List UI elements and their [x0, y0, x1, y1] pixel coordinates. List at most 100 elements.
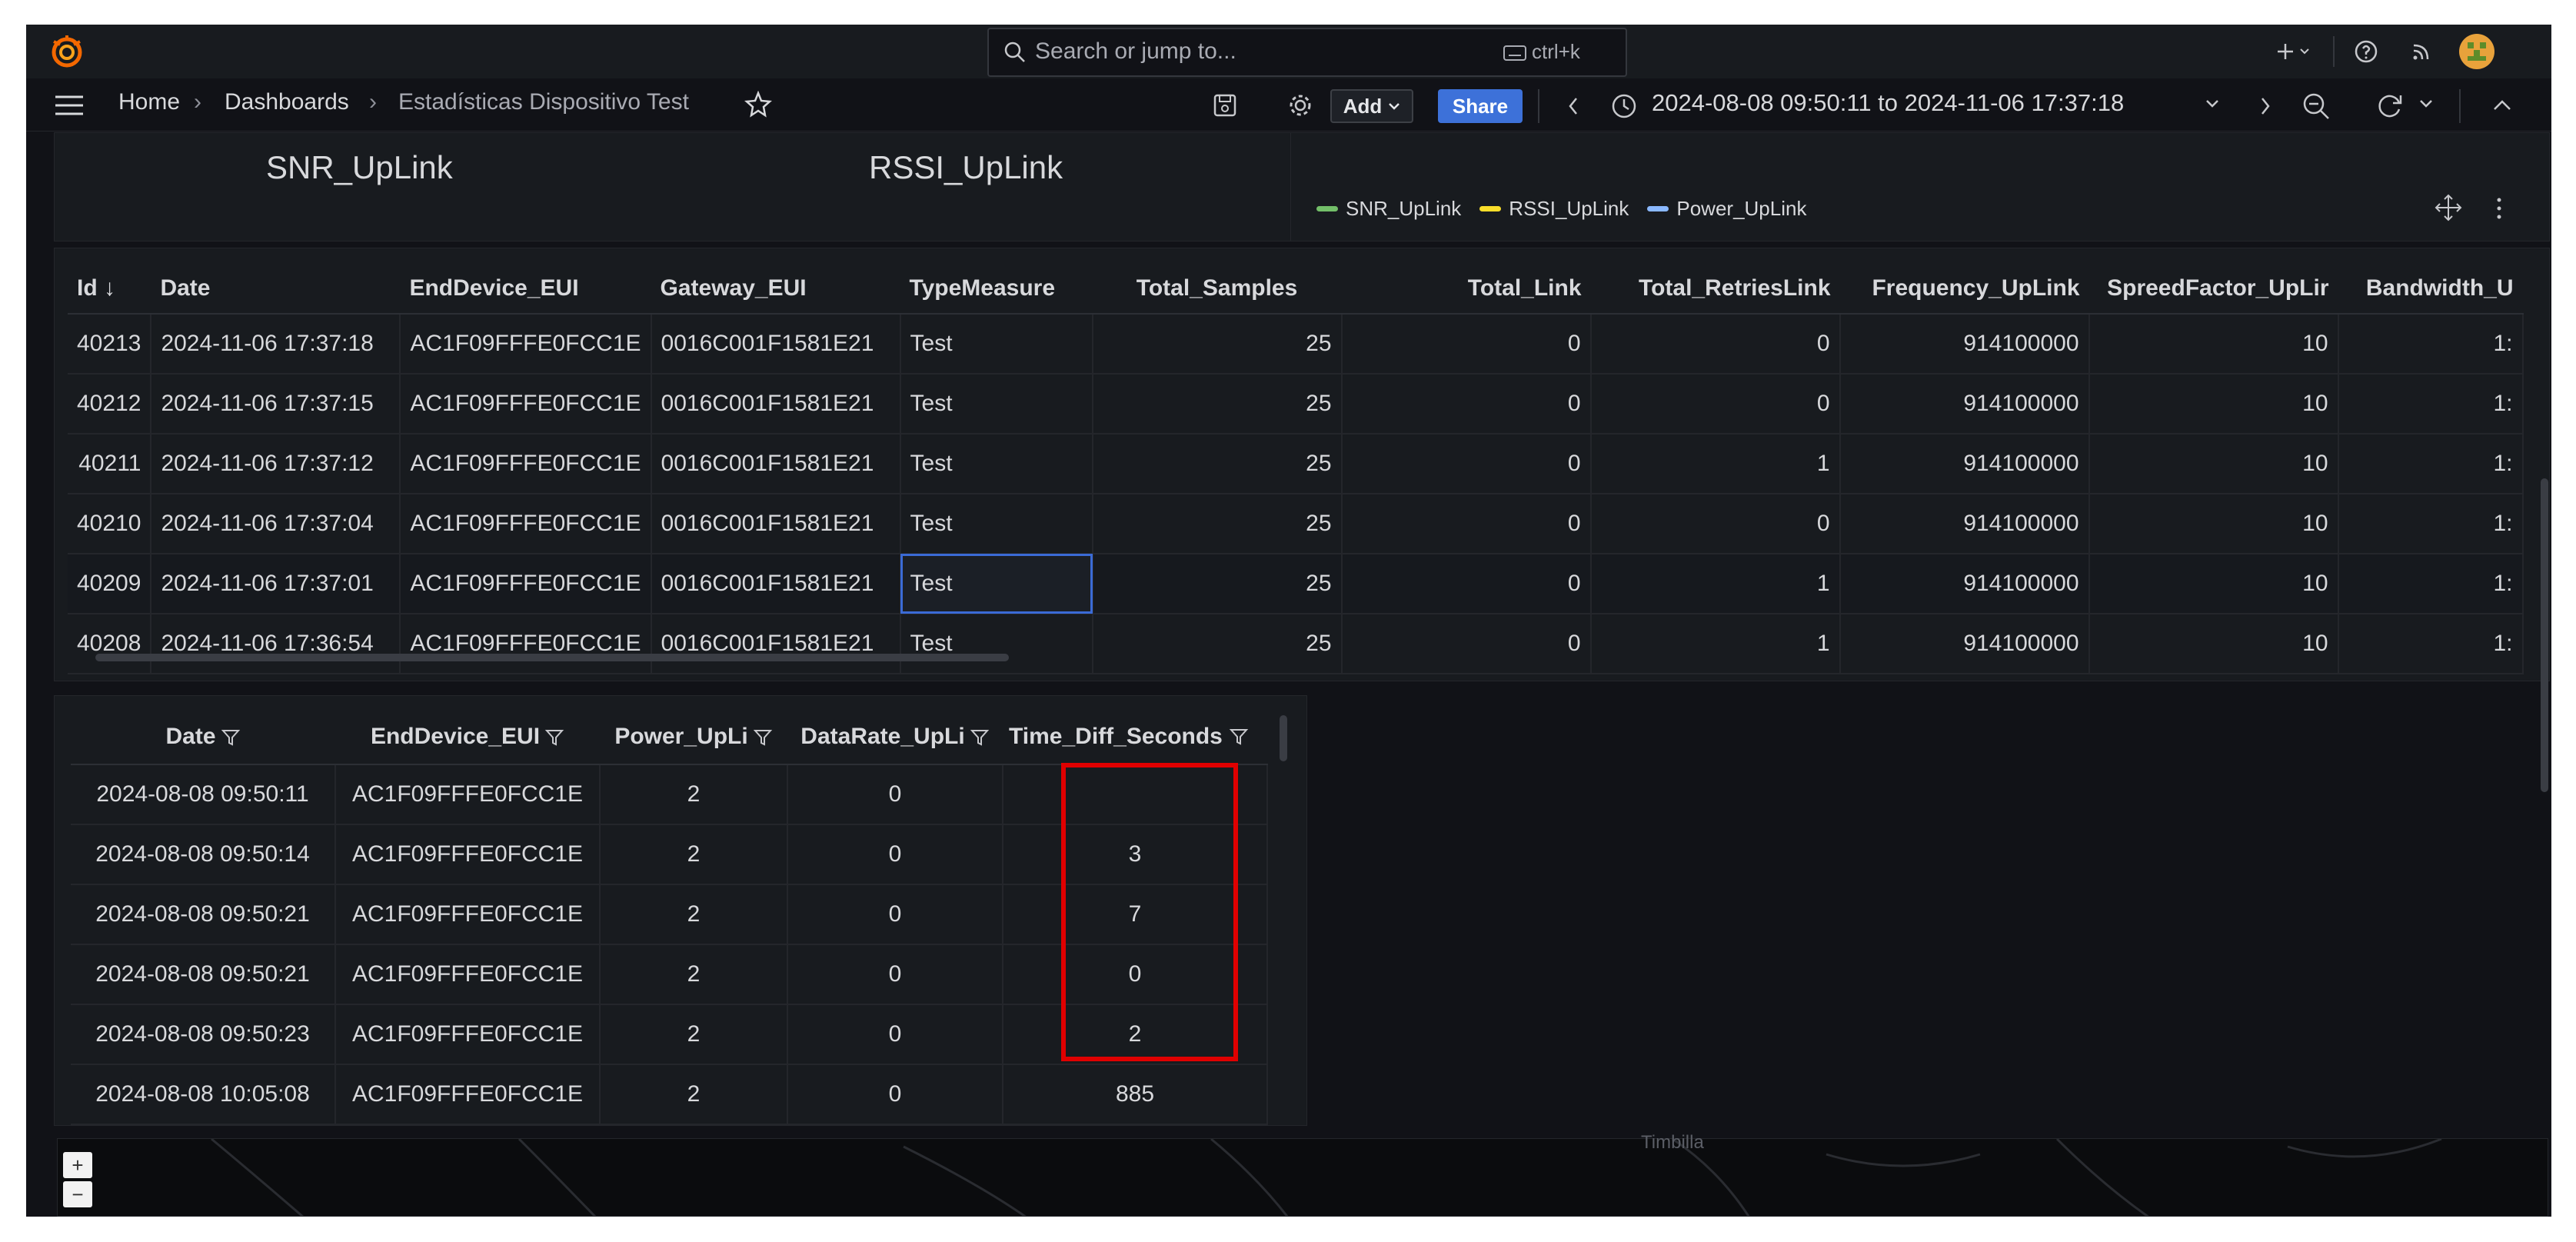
table-horizontal-scrollbar[interactable] [95, 654, 1009, 661]
table-cell[interactable]: AC1F09FFFE0FCC1E [335, 944, 601, 1005]
table-cell[interactable]: 0016C001F1581E21 [651, 374, 901, 435]
chevron-right-icon[interactable] [2258, 95, 2273, 117]
table-cell[interactable]: 2024-08-08 09:50:23 [71, 1004, 336, 1065]
table-cell[interactable]: AC1F09FFFE0FCC1E [400, 374, 652, 435]
table-cell[interactable]: 0 [787, 944, 1003, 1005]
table-cell[interactable]: 40208 [68, 614, 152, 674]
table-cell[interactable]: 25 [1092, 314, 1343, 375]
table-cell[interactable]: 2024-11-06 17:37:15 [151, 374, 401, 435]
table-cell[interactable]: 0 [1341, 314, 1592, 375]
add-button[interactable]: Add [1330, 89, 1413, 123]
table-cell[interactable]: 0016C001F1581E21 [651, 434, 901, 494]
table-cell[interactable]: 1: [2338, 314, 2524, 375]
map-zoom-out-button[interactable]: − [63, 1181, 92, 1207]
filter-icon[interactable] [970, 728, 990, 748]
table-vertical-scrollbar[interactable] [1280, 715, 1287, 761]
table-cell[interactable]: 25 [1092, 554, 1343, 614]
table-cell[interactable]: 885 [1003, 1064, 1268, 1125]
table-cell[interactable]: 25 [1092, 434, 1343, 494]
column-header[interactable]: DataRate_UpLi [787, 709, 1003, 765]
table-cell[interactable]: 2024-08-08 10:05:08 [71, 1064, 336, 1125]
table-cell[interactable]: 0 [787, 1004, 1003, 1065]
table-cell[interactable]: 10 [2088, 434, 2339, 494]
table-cell[interactable]: 0016C001F1581E21 [651, 614, 901, 674]
chevron-up-icon[interactable] [2491, 97, 2513, 112]
table-cell[interactable]: 2 [600, 764, 788, 825]
grafana-logo-icon[interactable] [49, 34, 85, 69]
table-cell[interactable]: AC1F09FFFE0FCC1E [400, 314, 652, 375]
table-cell[interactable]: 0 [1590, 314, 1841, 375]
profile-button[interactable] [2456, 31, 2498, 72]
table-cell[interactable]: Test [900, 494, 1093, 554]
table-cell[interactable]: AC1F09FFFE0FCC1E [400, 494, 652, 554]
table-cell[interactable]: 914100000 [1839, 434, 2090, 494]
filter-icon[interactable] [753, 728, 773, 748]
time-range-picker[interactable]: 2024-08-08 09:50:11 to 2024-11-06 17:37:… [1652, 89, 2124, 117]
table-cell[interactable]: 1 [1590, 614, 1841, 674]
table-cell[interactable]: 1: [2338, 434, 2524, 494]
table-cell[interactable]: 1: [2338, 374, 2524, 435]
column-header[interactable]: Bandwidth_U [2338, 263, 2523, 315]
table-cell[interactable]: 914100000 [1839, 554, 2090, 614]
breadcrumb-home[interactable]: Home [118, 89, 180, 115]
drag-move-icon[interactable] [2433, 192, 2464, 223]
save-dashboard-icon[interactable] [1212, 92, 1238, 118]
table-cell[interactable]: 0016C001F1581E21 [651, 554, 901, 614]
table-cell[interactable]: 2 [600, 824, 788, 885]
table-cell[interactable]: 0 [787, 1064, 1003, 1125]
table-cell-selected[interactable]: Test [900, 554, 1093, 614]
table-cell[interactable]: 2024-11-06 17:37:04 [151, 494, 401, 554]
table-cell[interactable]: 0 [1341, 494, 1592, 554]
table-cell[interactable]: 0 [1341, 374, 1592, 435]
column-header[interactable]: Power_UpLi [600, 709, 787, 765]
table-cell[interactable]: 0016C001F1581E21 [651, 314, 901, 375]
table-cell[interactable]: 0 [787, 764, 1003, 825]
column-header[interactable]: Total_Samples [1092, 263, 1342, 315]
table-cell[interactable]: 40211 [68, 434, 152, 494]
table-cell[interactable]: AC1F09FFFE0FCC1E [335, 764, 601, 825]
column-header[interactable]: Gateway_EUI [651, 263, 900, 315]
table-cell[interactable]: 914100000 [1839, 614, 2090, 674]
table-cell[interactable]: 2 [600, 944, 788, 1005]
zoom-out-icon[interactable] [2301, 91, 2331, 122]
new-menu-button[interactable] [2261, 31, 2322, 72]
table-cell[interactable]: AC1F09FFFE0FCC1E [335, 1004, 601, 1065]
gear-icon[interactable] [1287, 92, 1313, 118]
table-cell[interactable]: 0 [787, 884, 1003, 945]
table-cell[interactable]: 25 [1092, 494, 1343, 554]
table-cell[interactable]: 1 [1590, 434, 1841, 494]
legend-item-rssi[interactable]: RSSI_UpLink [1479, 197, 1629, 221]
search-input[interactable]: Search or jump to... ctrl+k [987, 28, 1627, 77]
table-cell[interactable]: 10 [2088, 494, 2339, 554]
table-cell[interactable]: 0 [1341, 434, 1592, 494]
table-cell[interactable]: 40212 [68, 374, 152, 435]
table-cell[interactable]: 2024-08-08 09:50:21 [71, 884, 336, 945]
table-cell[interactable]: 2024-11-06 17:36:54 [151, 614, 401, 674]
table-cell[interactable]: Test [900, 314, 1093, 375]
table-cell[interactable]: 2024-11-06 17:37:18 [151, 314, 401, 375]
column-header[interactable]: Id ↓ [68, 263, 151, 315]
menu-icon[interactable] [54, 94, 85, 117]
column-header[interactable]: EndDevice_EUI [400, 263, 651, 315]
column-header[interactable]: Date [71, 709, 335, 765]
table-cell[interactable]: 2 [600, 1064, 788, 1125]
table-cell[interactable]: AC1F09FFFE0FCC1E [335, 1064, 601, 1125]
filter-icon[interactable] [544, 728, 564, 748]
column-header[interactable]: Date [151, 263, 401, 315]
table-cell[interactable]: 1: [2338, 554, 2524, 614]
table-cell[interactable]: 40210 [68, 494, 152, 554]
table-cell[interactable]: Test [900, 614, 1093, 674]
news-button[interactable] [2401, 31, 2442, 72]
column-header[interactable]: Total_RetriesLink [1590, 263, 1840, 315]
chevron-down-icon[interactable] [2205, 98, 2219, 109]
table-cell[interactable]: 0 [1341, 614, 1592, 674]
column-header[interactable]: Time_Diff_Seconds [1003, 709, 1267, 765]
help-button[interactable] [2345, 31, 2387, 72]
table-cell[interactable]: AC1F09FFFE0FCC1E [400, 554, 652, 614]
column-header[interactable]: SpreedFactor_UpLir [2088, 263, 2338, 315]
table-cell[interactable]: 2 [600, 1004, 788, 1065]
table-cell[interactable]: 2024-08-08 09:50:21 [71, 944, 336, 1005]
table-cell[interactable]: 2024-08-08 09:50:14 [71, 824, 336, 885]
map-zoom-in-button[interactable]: + [63, 1152, 92, 1178]
filter-icon[interactable] [221, 728, 241, 748]
